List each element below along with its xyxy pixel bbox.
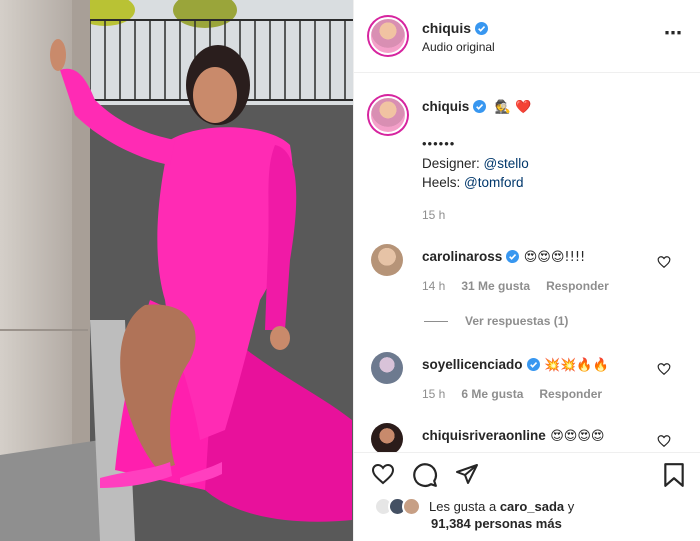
- comment-text: 😍😍😍😍: [550, 429, 605, 444]
- post-photo: [0, 0, 353, 541]
- caption-heels-line: Heels: @tomford: [422, 175, 524, 190]
- caption-emojis: 🕵 ❤️: [494, 100, 532, 115]
- post-details-panel: chiquis Audio original ⋯ chiquis 🕵 ❤️ ••…: [353, 0, 700, 541]
- post-actions: Les gusta a caro_sada y 91,384 personas …: [354, 452, 700, 541]
- liked-by-suffix: y: [564, 499, 575, 514]
- author-username-row[interactable]: chiquis: [422, 20, 489, 36]
- view-replies-button[interactable]: Ver respuestas (1): [465, 314, 568, 328]
- like-heart-icon[interactable]: [370, 462, 396, 486]
- caption-time[interactable]: 15 h: [422, 208, 445, 222]
- comment-meta: 15 h 6 Me gusta Responder: [422, 387, 618, 401]
- audio-original-link[interactable]: Audio original: [422, 40, 495, 54]
- post-header: chiquis Audio original ⋯: [354, 0, 700, 73]
- caption-dots: ••••••: [422, 136, 456, 151]
- verified-badge-icon: [475, 22, 489, 35]
- comment-line: soyellicenciado 💥💥🔥🔥: [422, 356, 609, 374]
- verified-badge-icon: [506, 250, 520, 263]
- commenter-avatar[interactable]: [371, 423, 403, 452]
- caption-header: chiquis 🕵 ❤️: [422, 98, 531, 116]
- designer-mention[interactable]: @stello: [484, 156, 529, 171]
- author-username[interactable]: chiquis: [422, 20, 471, 36]
- comment-text: 💥💥🔥🔥: [544, 358, 609, 373]
- comment-likes[interactable]: 31 Me gusta: [461, 279, 530, 293]
- liked-by-text: Les gusta a caro_sada y: [429, 499, 574, 514]
- commenter-avatar[interactable]: [371, 244, 403, 276]
- comment-username[interactable]: carolinaross: [422, 249, 502, 264]
- liker-avatar[interactable]: [402, 497, 421, 516]
- caption-designer-line: Designer: @stello: [422, 156, 529, 171]
- like-comment-heart-icon[interactable]: [657, 255, 671, 269]
- author-avatar[interactable]: [367, 15, 409, 57]
- share-send-icon[interactable]: [454, 462, 480, 486]
- comment-username[interactable]: chiquisriveraonline: [422, 428, 546, 443]
- reply-button[interactable]: Responder: [546, 279, 609, 293]
- comment-line: chiquisriveraonline 😍😍😍😍: [422, 427, 604, 445]
- comment-text: 😍😍😍!!!!: [523, 250, 586, 265]
- comment-username[interactable]: soyellicenciado: [422, 357, 523, 372]
- verified-badge-icon: [526, 358, 540, 371]
- comment-likes[interactable]: 6 Me gusta: [461, 387, 523, 401]
- save-bookmark-icon[interactable]: [663, 462, 685, 488]
- verified-badge-icon: [473, 100, 487, 113]
- likes-count[interactable]: 91,384 personas más: [431, 516, 562, 531]
- like-comment-heart-icon[interactable]: [657, 434, 671, 448]
- comment-line: carolinaross 😍😍😍!!!!: [422, 248, 585, 266]
- commenter-avatar[interactable]: [371, 352, 403, 384]
- comment-time[interactable]: 14 h: [422, 279, 445, 293]
- post-media[interactable]: [0, 0, 353, 541]
- heels-mention[interactable]: @tomford: [464, 175, 523, 190]
- reply-button[interactable]: Responder: [539, 387, 602, 401]
- comment-bubble-icon[interactable]: [412, 462, 438, 488]
- more-options-icon[interactable]: ⋯: [664, 24, 683, 42]
- replies-divider: [424, 321, 448, 322]
- caption-avatar[interactable]: [367, 94, 409, 136]
- comment-meta: 14 h 31 Me gusta Responder: [422, 279, 625, 293]
- liked-by-prefix: Les gusta a: [429, 499, 500, 514]
- like-comment-heart-icon[interactable]: [657, 362, 671, 376]
- caption-username[interactable]: chiquis: [422, 99, 469, 114]
- comments-list[interactable]: chiquis 🕵 ❤️ •••••• Designer: @stello He…: [354, 74, 700, 452]
- heels-label: Heels:: [422, 175, 465, 190]
- comment-time[interactable]: 15 h: [422, 387, 445, 401]
- liked-by-user[interactable]: caro_sada: [500, 499, 564, 514]
- designer-label: Designer:: [422, 156, 484, 171]
